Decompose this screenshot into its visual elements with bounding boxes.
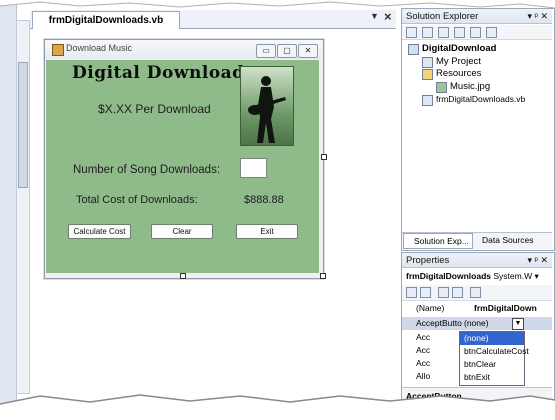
dropdown-arrow-icon[interactable]: ▼ — [512, 318, 524, 330]
toolbox-strip — [0, 0, 17, 420]
class-view-icon[interactable] — [486, 27, 497, 38]
alphabetical-icon[interactable] — [420, 287, 431, 298]
solution-explorer-toolbar — [402, 25, 552, 40]
show-all-files-icon[interactable] — [422, 27, 433, 38]
close-button[interactable]: ✕ — [298, 44, 318, 58]
object-type: System.W — [493, 271, 533, 281]
project-icon — [408, 44, 419, 55]
acceptbutton-dropdown-list[interactable]: (none) btnCalculateCost btnClear btnExit — [459, 331, 529, 386]
property-name: Allo — [416, 371, 431, 381]
panel-controls[interactable]: ▾ ᵖ ✕ — [528, 253, 548, 268]
tree-item-label: Music.jpg — [450, 81, 491, 92]
tab-form-designer[interactable]: frmDigitalDownloads.vb [Design]* — [32, 11, 180, 43]
exit-button[interactable]: Exit — [236, 224, 298, 239]
dropdown-option[interactable]: btnCalculateCost — [460, 345, 529, 358]
folder-icon — [422, 69, 433, 80]
resize-handle-corner[interactable] — [320, 273, 326, 279]
property-name: (Name) — [416, 303, 445, 313]
dropdown-option[interactable]: (none) — [460, 332, 524, 345]
form-window-icon — [52, 44, 64, 56]
properties-header: Properties ▾ ᵖ ✕ — [402, 253, 552, 268]
tree-item-label: DigitalDownload — [422, 43, 497, 54]
form-file-icon — [422, 95, 433, 106]
tab-data-sources[interactable]: Data Sources — [472, 233, 550, 247]
minimize-button[interactable]: ▭ — [256, 44, 276, 58]
dropdown-option[interactable]: btnExit — [460, 371, 524, 384]
price-label: $X.XX Per Download — [98, 102, 211, 116]
dropdown-option[interactable]: btnClear — [460, 358, 524, 371]
songs-label: Number of Song Downloads: — [73, 164, 221, 176]
view-designer-icon[interactable] — [470, 27, 481, 38]
music-picture — [240, 66, 294, 146]
solution-explorer-header: Solution Explorer ▾ ᵖ ✕ — [402, 9, 552, 24]
guitar-player-silhouette-icon — [248, 76, 286, 143]
property-name: AcceptButto — [416, 318, 462, 328]
resize-handle-bottom[interactable] — [180, 273, 186, 279]
property-name: Acc — [416, 345, 431, 355]
property-value: frmDigitalDown — [474, 303, 537, 313]
total-cost-label: Total Cost of Downloads: — [76, 194, 198, 206]
properties-title: Properties — [406, 255, 450, 266]
tree-item-label: My Project — [436, 56, 481, 67]
clear-button[interactable]: Clear — [151, 224, 213, 239]
heading-label: Digital Downloads — [72, 63, 255, 83]
image-file-icon — [436, 82, 447, 93]
property-description: AcceptButton — [402, 387, 552, 409]
tab-close-icon[interactable]: × — [384, 9, 392, 24]
left-scrollbar-thumb[interactable] — [18, 62, 28, 188]
panel-controls[interactable]: ▾ ᵖ ✕ — [528, 9, 548, 24]
properties-icon[interactable] — [406, 27, 417, 38]
object-selector[interactable]: frmDigitalDownloads System.W ▾ — [402, 268, 552, 284]
chevron-down-icon[interactable]: ▾ — [535, 271, 539, 281]
properties-view-icon[interactable] — [438, 287, 449, 298]
property-row-name[interactable]: (Name) frmDigitalDown — [402, 302, 552, 315]
property-row-acceptbutton[interactable]: AcceptButto (none) ▼ — [402, 317, 552, 330]
maximize-button[interactable]: ▢ — [277, 44, 297, 58]
categorized-icon[interactable] — [406, 287, 417, 298]
total-cost-value: $888.88 — [244, 194, 284, 206]
object-name: frmDigitalDownloads — [406, 271, 492, 281]
tab-label: Solution Exp... — [414, 236, 469, 246]
property-pages-icon[interactable] — [470, 287, 481, 298]
view-code-icon[interactable] — [454, 27, 465, 38]
property-name: Acc — [416, 358, 431, 368]
solution-explorer-title: Solution Explorer — [406, 11, 479, 22]
songs-textbox[interactable] — [240, 158, 267, 178]
properties-toolbar — [402, 285, 552, 301]
tab-label: Data Sources — [482, 235, 534, 245]
events-icon[interactable] — [452, 287, 463, 298]
tree-item-label: Resources — [436, 68, 482, 79]
calculate-cost-button[interactable]: Calculate Cost — [68, 224, 131, 239]
tree-item-label: frmDigitalDownloads.vb — [436, 94, 526, 104]
form-title: Download Music — [66, 43, 133, 53]
my-project-icon — [422, 57, 433, 68]
resize-handle-right[interactable] — [321, 154, 327, 160]
tab-solution-explorer[interactable]: Solution Exp... — [403, 233, 473, 249]
tab-list-dropdown-icon[interactable]: ▼ — [370, 11, 379, 21]
refresh-icon[interactable] — [438, 27, 449, 38]
property-value: (none) — [464, 318, 489, 328]
property-name: Acc — [416, 332, 431, 342]
